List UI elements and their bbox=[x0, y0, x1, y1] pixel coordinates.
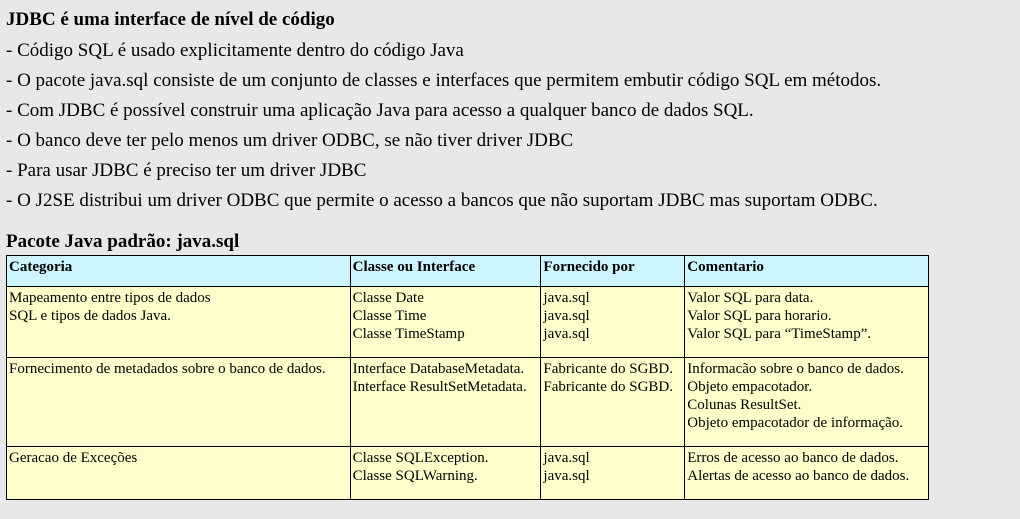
cell-line: Mapeamento entre tipos de dados bbox=[9, 290, 211, 306]
cell-line: Interface DatabaseMetadata. bbox=[352, 361, 525, 377]
cell-classe: Classe Date Classe Time Classe TimeStamp bbox=[349, 286, 542, 358]
header-classe: Classe ou Interface bbox=[349, 255, 542, 287]
cell-line: java.sql bbox=[543, 290, 590, 306]
page: JDBC é uma interface de nível de código … bbox=[0, 0, 1020, 519]
bullet-item: - Código SQL é usado explicitamente dent… bbox=[6, 40, 464, 61]
cell-line: java.sql bbox=[543, 450, 590, 466]
cell-line: java.sql bbox=[543, 326, 590, 342]
cell-comentario: Valor SQL para data. Valor SQL para hora… bbox=[684, 286, 929, 358]
cell-line: Objeto empacotador. bbox=[687, 379, 813, 395]
table-row: Fornecimento de metadados sobre o banco … bbox=[6, 357, 929, 447]
cell-line: java.sql bbox=[543, 308, 590, 324]
bullet-item: - O J2SE distribui um driver ODBC que pe… bbox=[6, 190, 878, 211]
cell-line: Erros de acesso ao banco de dados. bbox=[687, 450, 899, 466]
table-header-row: Categoria Classe ou Interface Fornecido … bbox=[6, 255, 929, 287]
cell-line: Classe Date bbox=[352, 290, 424, 306]
cell-line: Objeto empacotador de informação. bbox=[687, 415, 904, 431]
cell-fornecido: java.sql java.sql bbox=[540, 446, 686, 500]
cell-line: Valor SQL para horario. bbox=[687, 308, 832, 324]
cell-line: Fabricante do SGBD. bbox=[543, 361, 673, 377]
header-comentario: Comentario bbox=[684, 255, 929, 287]
cell-line: Geracao de Exceções bbox=[9, 450, 138, 466]
section-title-jdbc: JDBC é uma interface de nível de código bbox=[6, 9, 335, 30]
cell-comentario: Erros de acesso ao banco de dados. Alert… bbox=[684, 446, 929, 500]
cell-line: Fornecimento de metadados sobre o banco … bbox=[9, 361, 326, 377]
cell-line: java.sql bbox=[543, 468, 590, 484]
cell-comentario: Informacão sobre o banco de dados. Objet… bbox=[684, 357, 929, 447]
table-row: Mapeamento entre tipos de dados SQL e ti… bbox=[6, 286, 929, 358]
cell-line: Valor SQL para “TimeStamp”. bbox=[687, 326, 872, 342]
header-categoria: Categoria bbox=[6, 255, 351, 287]
cell-line: Colunas ResultSet. bbox=[687, 397, 802, 413]
cell-classe: Interface DatabaseMetadata. Interface Re… bbox=[349, 357, 542, 447]
cell-classe: Classe SQLException. Classe SQLWarning. bbox=[349, 446, 542, 500]
cell-line: Classe SQLException. bbox=[352, 450, 489, 466]
bullet-item: - Para usar JDBC é preciso ter um driver… bbox=[6, 160, 367, 181]
table-row: Geracao de Exceções Classe SQLException.… bbox=[6, 446, 929, 500]
bullet-item: - O banco deve ter pelo menos um driver … bbox=[6, 130, 574, 151]
bullet-item: - O pacote java.sql consiste de um conju… bbox=[6, 70, 882, 91]
cell-line: Informacão sobre o banco de dados. bbox=[687, 361, 904, 377]
cell-line: SQL e tipos de dados Java. bbox=[9, 308, 171, 324]
section-title-java-sql: Pacote Java padrão: java.sql bbox=[6, 231, 240, 252]
cell-categoria: Fornecimento de metadados sobre o banco … bbox=[6, 357, 351, 447]
cell-line: Interface ResultSetMetadata. bbox=[352, 379, 527, 395]
header-fornecido: Fornecido por bbox=[540, 255, 686, 287]
cell-line: Classe TimeStamp bbox=[352, 326, 465, 342]
cell-line: Classe SQLWarning. bbox=[352, 468, 478, 484]
cell-fornecido: Fabricante do SGBD. Fabricante do SGBD. bbox=[540, 357, 686, 447]
java-sql-table: Categoria Classe ou Interface Fornecido … bbox=[6, 255, 929, 500]
bullet-item: - Com JDBC é possível construir uma apli… bbox=[6, 100, 754, 121]
cell-categoria: Geracao de Exceções bbox=[6, 446, 351, 500]
cell-categoria: Mapeamento entre tipos de dados SQL e ti… bbox=[6, 286, 351, 358]
cell-line: Classe Time bbox=[352, 308, 427, 324]
cell-line: Valor SQL para data. bbox=[687, 290, 814, 306]
cell-line: Fabricante do SGBD. bbox=[543, 379, 673, 395]
cell-fornecido: java.sql java.sql java.sql bbox=[540, 286, 686, 358]
cell-line: Alertas de acesso ao banco de dados. bbox=[687, 468, 910, 484]
